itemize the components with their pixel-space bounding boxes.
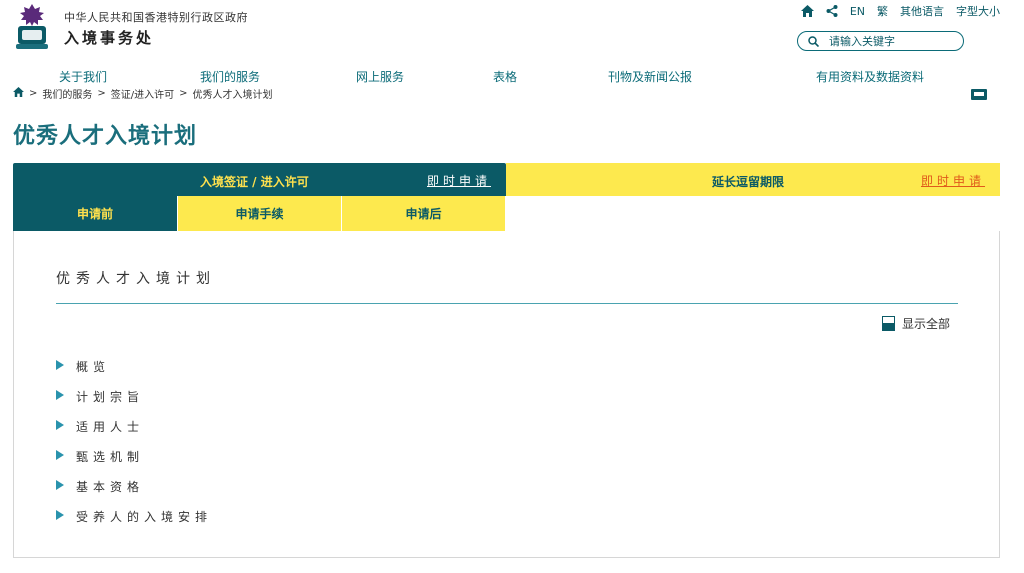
- accordion-label: 受养人的入境安排: [76, 510, 213, 524]
- breadcrumb-separator: >: [97, 88, 106, 99]
- search-box[interactable]: [797, 31, 964, 51]
- accordion-item-dependants[interactable]: 受养人的入境安排: [56, 508, 212, 538]
- accordion-list: 概览 计划宗旨 适用人士 甄选机制 基本资格 受养人的入境安排: [56, 358, 212, 538]
- print-icon[interactable]: [971, 89, 987, 100]
- tab-entry-visa-label: 入境签证 / 进入许可: [200, 175, 309, 189]
- nav-online-services[interactable]: 网上服务: [356, 68, 404, 85]
- breadcrumb: > 我们的服务 > 签证/进入许可 > 优秀人才入境计划: [13, 86, 273, 101]
- nav-useful-info-statistics[interactable]: 有用资料及数据资料: [816, 68, 924, 85]
- main-nav: 关于我们 我们的服务 网上服务 表格 刊物及新闻公报 有用资料及数据资料: [0, 68, 1024, 86]
- accordion-item-overview[interactable]: 概览: [56, 358, 212, 388]
- accordion-item-eligible-persons[interactable]: 适用人士: [56, 418, 212, 448]
- search-input[interactable]: [829, 34, 949, 48]
- breadcrumb-item[interactable]: 我们的服务: [42, 86, 92, 101]
- page-title: 优秀人才入境计划: [13, 124, 198, 149]
- accordion-label: 甄选机制: [76, 450, 145, 464]
- share-icon[interactable]: [826, 5, 838, 17]
- breadcrumb-item[interactable]: 签证/进入许可: [111, 86, 174, 101]
- breadcrumb-home-icon[interactable]: [13, 87, 24, 100]
- triangle-right-icon: [56, 480, 64, 490]
- triangle-right-icon: [56, 420, 64, 430]
- accordion-label: 基本资格: [76, 480, 145, 494]
- utility-bar: EN 繁 其他语言 字型大小: [800, 3, 1000, 19]
- tab-entry-visa[interactable]: 入境签证 / 进入许可 即时申请: [13, 163, 506, 196]
- nav-forms[interactable]: 表格: [493, 68, 517, 85]
- accordion-label: 适用人士: [76, 420, 145, 434]
- triangle-right-icon: [56, 510, 64, 520]
- accordion-item-basic-eligibility[interactable]: 基本资格: [56, 478, 212, 508]
- tab-extension-label: 延长逗留期限: [712, 175, 785, 189]
- other-language-link[interactable]: 其他语言: [900, 3, 944, 19]
- subtab-after-applying[interactable]: 申请后: [341, 196, 505, 231]
- accordion-label: 计划宗旨: [76, 390, 145, 404]
- apply-now-link[interactable]: 即时申请: [921, 172, 985, 189]
- subtab-application-procedure[interactable]: 申请手续: [177, 196, 341, 231]
- lang-en-link[interactable]: EN: [850, 5, 865, 18]
- government-name: 中华人民共和国香港特别行政区政府: [64, 11, 248, 24]
- accordion-item-objectives[interactable]: 计划宗旨: [56, 388, 212, 418]
- breadcrumb-separator: >: [29, 88, 38, 99]
- expand-all-icon: [882, 316, 895, 331]
- accordion-label: 概览: [76, 360, 111, 374]
- section-divider: [56, 303, 958, 304]
- nav-about-us[interactable]: 关于我们: [59, 68, 107, 85]
- show-all-toggle[interactable]: 显示全部: [882, 315, 950, 332]
- sub-tabs: 申请前 申请手续 申请后: [13, 196, 505, 231]
- breadcrumb-current: 优秀人才入境计划: [192, 90, 273, 101]
- tab-extension-of-stay[interactable]: 延长逗留期限 即时申请: [506, 163, 1000, 196]
- department-name[interactable]: 入境事务处: [64, 27, 154, 48]
- search-icon[interactable]: [808, 32, 820, 51]
- hkid-logo[interactable]: [12, 2, 52, 52]
- nav-publications-press[interactable]: 刊物及新闻公报: [608, 68, 692, 85]
- subtab-before-applying[interactable]: 申请前: [13, 196, 177, 231]
- home-icon[interactable]: [800, 5, 814, 17]
- section-title: 优秀人才入境计划: [56, 271, 216, 287]
- content-panel: 优秀人才入境计划 显示全部 概览 计划宗旨 适用人士 甄选机制 基本资格 受养人…: [13, 231, 1000, 558]
- show-all-label: 显示全部: [902, 317, 951, 331]
- nav-our-services[interactable]: 我们的服务: [200, 68, 260, 85]
- triangle-right-icon: [56, 390, 64, 400]
- triangle-right-icon: [56, 450, 64, 460]
- breadcrumb-separator: >: [179, 88, 188, 99]
- lang-tc-link[interactable]: 繁: [877, 3, 888, 19]
- triangle-right-icon: [56, 360, 64, 370]
- font-size-link[interactable]: 字型大小: [956, 3, 1000, 19]
- accordion-item-selection[interactable]: 甄选机制: [56, 448, 212, 478]
- apply-now-link[interactable]: 即时申请: [427, 172, 491, 189]
